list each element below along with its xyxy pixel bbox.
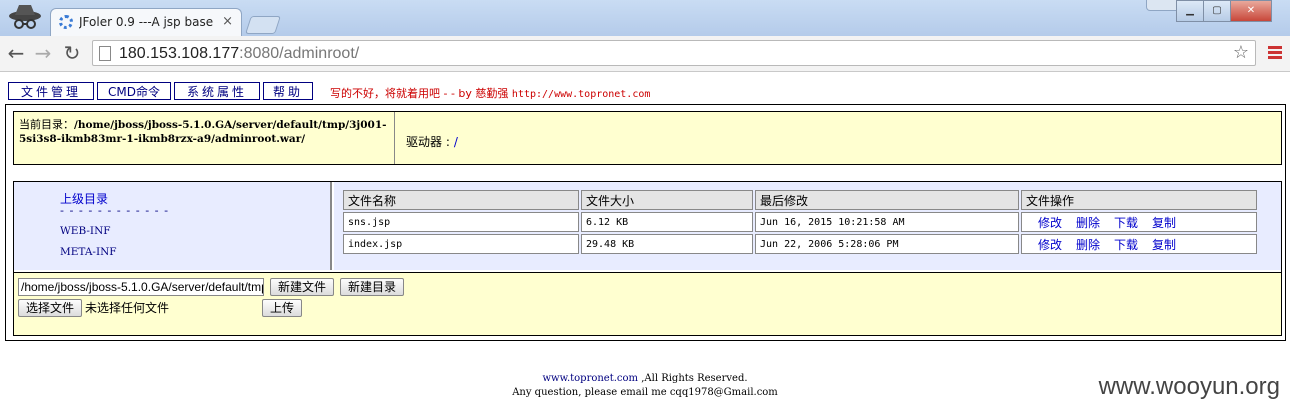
current-path: /home/jboss/jboss-5.1.0.GA/server/defaul… — [19, 119, 387, 145]
download-link[interactable]: 下载 — [1114, 216, 1138, 230]
nav-help[interactable]: 帮助 — [263, 82, 313, 100]
tab-close-icon[interactable]: × — [222, 14, 233, 29]
watermark: www.wooyun.org — [1098, 373, 1280, 400]
credit-link[interactable]: http://www.topronet.com — [512, 89, 650, 100]
no-file-label: 未选择任何文件 — [85, 301, 170, 315]
page-icon — [99, 46, 111, 61]
new-dir-button[interactable]: 新建目录 — [340, 278, 404, 296]
header-ops: 文件操作 — [1021, 190, 1257, 210]
drive-root-link[interactable]: / — [454, 135, 458, 149]
header-name: 文件名称 — [343, 190, 579, 210]
file-size: 6.12 KB — [581, 212, 753, 232]
minimize-button[interactable]: ▁ — [1176, 0, 1204, 22]
nav-cmd[interactable]: CMD命令 — [97, 82, 171, 100]
tab-title: JFoler 0.9 ---A jsp base — [79, 15, 214, 29]
footer-contact: Any question, please email me cqq1978@Gm… — [512, 387, 778, 398]
copy-link[interactable]: 复制 — [1152, 216, 1176, 230]
copy-link[interactable]: 复制 — [1152, 238, 1176, 252]
nav-file-manager[interactable]: 文件管理 — [8, 82, 94, 100]
drives: 驱动器 : / — [406, 135, 458, 149]
directory-tree: 上级目录 - - - - - - - - - - - - WEB-INF MET… — [14, 182, 332, 270]
table-row: sns.jsp 6.12 KB Jun 16, 2015 10:21:58 AM… — [343, 212, 1257, 232]
dir-link-meta-inf[interactable]: META-INF — [60, 246, 117, 258]
delete-link[interactable]: 删除 — [1076, 238, 1100, 252]
reload-icon[interactable]: ↻ — [60, 42, 84, 64]
window-close-button[interactable]: ✕ — [1230, 0, 1272, 22]
address-bar[interactable]: 180.153.108.177:8080/adminroot/ ☆ — [92, 40, 1256, 66]
browser-toolbar: ← → ↻ 180.153.108.177:8080/adminroot/ ☆ — [0, 36, 1290, 72]
file-actions: /home/jboss/jboss-5.1.0.GA/server/defaul… — [14, 272, 1281, 335]
choose-file-button[interactable]: 选择文件 — [18, 299, 82, 317]
window-controls: ▁ ▢ ✕ — [1176, 0, 1272, 22]
browser-tab-strip: JFoler 0.9 ---A jsp base × ▁ ▢ ✕ — [0, 0, 1290, 36]
url-text: 180.153.108.177:8080/adminroot/ — [119, 45, 360, 62]
file-name: sns.jsp — [343, 212, 579, 232]
table-row: index.jsp 29.48 KB Jun 22, 2006 5:28:06 … — [343, 234, 1257, 254]
menu-icon[interactable] — [1268, 46, 1282, 61]
back-icon[interactable]: ← — [4, 42, 28, 64]
file-table: 文件名称 文件大小 最后修改 文件操作 sns.jsp 6.12 KB Jun … — [341, 188, 1259, 256]
star-icon[interactable]: ☆ — [1233, 42, 1249, 63]
nav-system-properties[interactable]: 系统属性 — [174, 82, 260, 100]
forward-icon[interactable]: → — [31, 42, 55, 64]
file-modified: Jun 16, 2015 10:21:58 AM — [755, 212, 1019, 232]
divider: - - - - - - - - - - - - — [60, 204, 170, 217]
table-header: 文件名称 文件大小 最后修改 文件操作 — [343, 190, 1257, 210]
file-size: 29.48 KB — [581, 234, 753, 254]
file-modified: Jun 22, 2006 5:28:06 PM — [755, 234, 1019, 254]
file-ops: 修改 删除 下载 复制 — [1021, 212, 1257, 232]
new-tab-button[interactable] — [245, 16, 281, 34]
footer-site-link[interactable]: www.topronet.com — [542, 373, 638, 384]
delete-link[interactable]: 删除 — [1076, 216, 1100, 230]
header-size: 文件大小 — [581, 190, 753, 210]
header-modified: 最后修改 — [755, 190, 1019, 210]
spinner-icon — [59, 15, 73, 29]
download-link[interactable]: 下载 — [1114, 238, 1138, 252]
file-browser: 上级目录 - - - - - - - - - - - - WEB-INF MET… — [13, 181, 1282, 336]
edit-link[interactable]: 修改 — [1038, 238, 1062, 252]
incognito-icon — [9, 5, 41, 29]
profile-button[interactable] — [1146, 0, 1180, 11]
author-credit: 写的不好，将就着用吧 - - by 慈勤强 http://www.toprone… — [330, 87, 651, 100]
footer: www.topronet.com ,All Rights Reserved. A… — [0, 372, 1290, 400]
location-info: 当前目录：/home/jboss/jboss-5.1.0.GA/server/d… — [13, 111, 1282, 165]
file-ops: 修改 删除 下载 复制 — [1021, 234, 1257, 254]
file-list-pane: 文件名称 文件大小 最后修改 文件操作 sns.jsp 6.12 KB Jun … — [334, 182, 1281, 270]
path-input[interactable]: /home/jboss/jboss-5.1.0.GA/server/defaul… — [18, 278, 264, 296]
current-directory: 当前目录：/home/jboss/jboss-5.1.0.GA/server/d… — [14, 112, 395, 164]
browser-tab[interactable]: JFoler 0.9 ---A jsp base × — [50, 8, 242, 36]
new-file-button[interactable]: 新建文件 — [270, 278, 334, 296]
edit-link[interactable]: 修改 — [1038, 216, 1062, 230]
file-manager-frame: 当前目录：/home/jboss/jboss-5.1.0.GA/server/d… — [5, 104, 1286, 341]
dir-link-web-inf[interactable]: WEB-INF — [60, 225, 111, 237]
maximize-button[interactable]: ▢ — [1203, 0, 1231, 22]
footer-rights: ,All Rights Reserved. — [641, 373, 748, 384]
file-name: index.jsp — [343, 234, 579, 254]
upload-button[interactable]: 上传 — [262, 299, 302, 317]
